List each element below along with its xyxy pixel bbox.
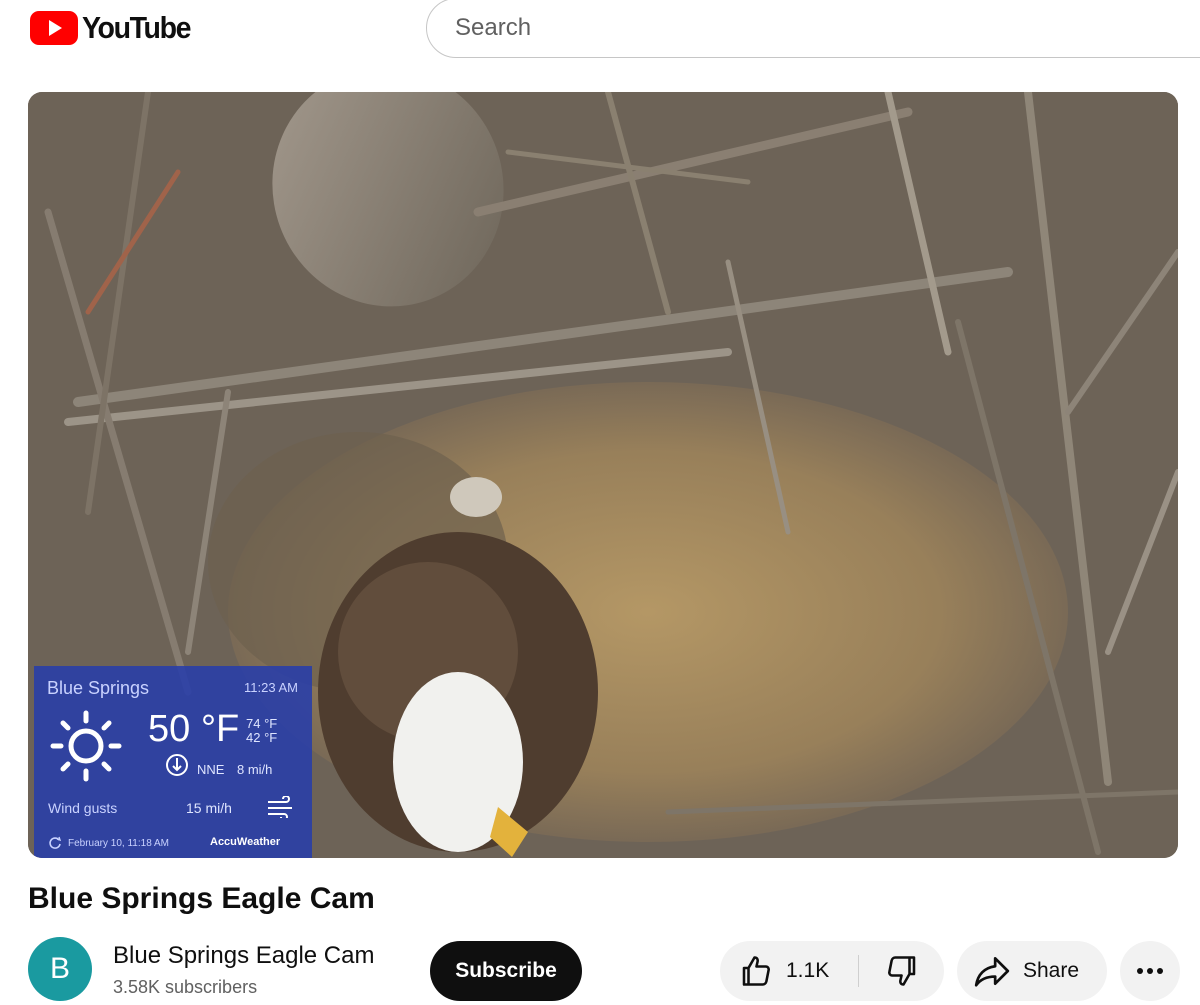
like-count: 1.1K xyxy=(786,959,830,982)
youtube-logo[interactable]: YouTube xyxy=(30,10,200,46)
weather-high: 74 °F xyxy=(246,716,278,731)
wind-direction-icon xyxy=(166,754,188,776)
wind-gusts-value: 15 mi/h xyxy=(186,800,232,816)
share-button[interactable]: Share xyxy=(957,941,1107,1001)
share-label: Share xyxy=(1023,959,1080,982)
weather-location: Blue Springs xyxy=(47,678,150,698)
search-input[interactable] xyxy=(453,13,1157,43)
sun-icon xyxy=(50,710,122,782)
thumbs-up-icon xyxy=(742,956,770,986)
video-player[interactable]: Blue Springs 11:23 AM 50 °F 74 °F 42 °F … xyxy=(28,92,1178,858)
wind-gusts-label: Wind gusts xyxy=(48,800,118,816)
wind-icon xyxy=(268,796,292,818)
video-title: Blue Springs Eagle Cam xyxy=(28,882,375,915)
thumbs-down-icon xyxy=(887,956,915,986)
weather-low: 42 °F xyxy=(246,730,278,745)
refresh-icon xyxy=(49,836,62,849)
subscribe-button[interactable]: Subscribe xyxy=(430,941,582,1001)
more-icon xyxy=(1137,968,1163,974)
subscriber-count: 3.58K subscribers xyxy=(113,977,258,997)
channel-name[interactable]: Blue Springs Eagle Cam xyxy=(113,942,374,970)
logo-text: YouTube xyxy=(82,10,191,45)
dislike-button[interactable] xyxy=(859,941,944,1001)
youtube-play-icon xyxy=(30,11,78,45)
weather-updated: February 10, 11:18 AM xyxy=(68,838,169,849)
wind-speed: 8 mi/h xyxy=(237,762,273,777)
search-box[interactable] xyxy=(426,0,1200,58)
wind-direction: NNE xyxy=(197,762,225,777)
weather-time: 11:23 AM xyxy=(244,680,298,695)
more-actions-button[interactable] xyxy=(1120,941,1180,1001)
channel-avatar[interactable]: B xyxy=(28,937,92,1001)
like-button[interactable]: 1.1K xyxy=(720,941,858,1001)
accuweather-logo: AccuWeather xyxy=(210,836,281,848)
like-dislike-group: 1.1K xyxy=(720,941,944,1001)
avatar-letter: B xyxy=(49,952,70,985)
weather-temperature: 50 °F xyxy=(148,708,240,750)
share-icon xyxy=(974,956,1010,987)
weather-overlay: Blue Springs 11:23 AM 50 °F 74 °F 42 °F … xyxy=(34,666,312,858)
